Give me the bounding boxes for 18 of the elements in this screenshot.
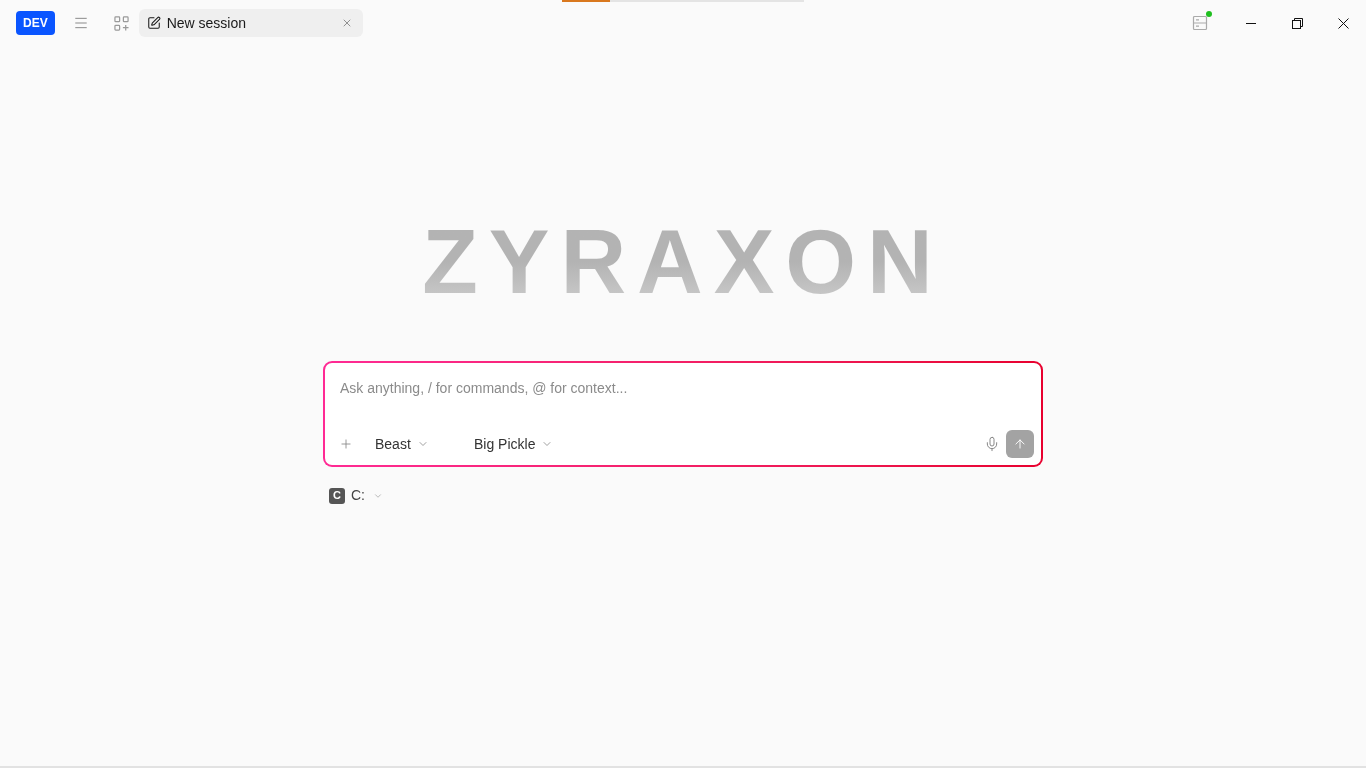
server-icon [1192, 15, 1208, 31]
directory-select[interactable]: C C: [329, 485, 383, 506]
directory-label: C: [351, 486, 365, 505]
minimize-icon [1246, 22, 1256, 24]
prompt-input[interactable]: Ask anything, / for commands, @ for context... [340, 378, 1026, 398]
add-button[interactable] [339, 437, 353, 451]
grid-plus-icon[interactable] [113, 15, 129, 31]
model-select[interactable]: Big Pickle [474, 430, 554, 458]
restore-icon [1291, 17, 1303, 29]
drive-badge: C [329, 487, 345, 504]
close-icon [1337, 17, 1349, 29]
tab-title: New session [166, 13, 247, 33]
agent-select[interactable]: Beast [375, 430, 455, 458]
edit-icon [146, 16, 161, 30]
menu-icon[interactable] [72, 15, 89, 31]
session-tab[interactable]: New session [138, 9, 363, 37]
microphone-button[interactable] [984, 436, 1000, 452]
dev-badge: DEV [16, 11, 55, 35]
